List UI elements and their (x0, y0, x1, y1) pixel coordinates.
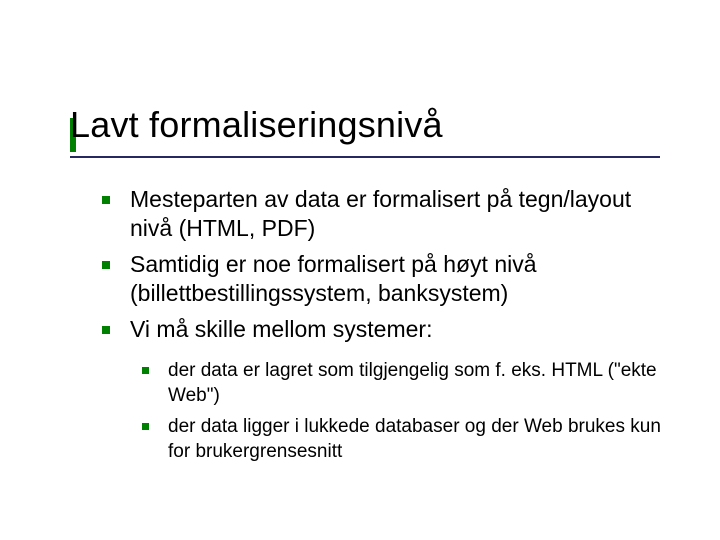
bullet-text: der data er lagret som tilgjengelig som … (168, 360, 657, 406)
list-item: Mesteparten av data er formalisert på te… (96, 185, 670, 244)
list-item: der data er lagret som tilgjengelig som … (138, 358, 670, 408)
bullet-text: der data ligger i lukkede databaser og d… (168, 416, 661, 462)
sub-bullet-list: der data er lagret som tilgjengelig som … (138, 358, 670, 464)
bullet-text: Samtidig er noe formalisert på høyt nivå… (130, 251, 537, 306)
bullet-text: Vi må skille mellom systemer: (130, 316, 432, 342)
list-item: Samtidig er noe formalisert på høyt nivå… (96, 250, 670, 309)
slide-title: Lavt formaliseringsnivå (70, 104, 680, 146)
bullet-text: Mesteparten av data er formalisert på te… (130, 186, 631, 241)
list-item: Vi må skille mellom systemer: der data e… (96, 315, 670, 465)
title-container: Lavt formaliseringsnivå (70, 104, 680, 146)
title-underline (70, 156, 660, 158)
slide: Lavt formaliseringsnivå Mesteparten av d… (0, 0, 720, 540)
list-item: der data ligger i lukkede databaser og d… (138, 414, 670, 464)
slide-body: Mesteparten av data er formalisert på te… (96, 185, 670, 471)
bullet-list: Mesteparten av data er formalisert på te… (96, 185, 670, 465)
